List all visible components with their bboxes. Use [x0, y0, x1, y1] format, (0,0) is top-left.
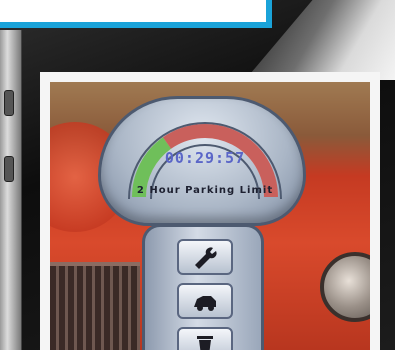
photo-stage: 00:29:57 2 Hour Parking Limit: [0, 0, 395, 350]
phone-edge: [0, 30, 22, 350]
volume-down-button: [4, 156, 14, 182]
car-headlight: [320, 252, 370, 322]
volume-up-button: [4, 90, 14, 116]
time-remaining: 00:29:57: [164, 149, 246, 167]
car-grille: [50, 262, 140, 350]
top-banner: [0, 0, 272, 28]
app-screen-frame: 00:29:57 2 Hour Parking Limit: [40, 72, 380, 350]
parking-meter-head: 00:29:57 2 Hour Parking Limit: [98, 96, 306, 226]
wrench-icon: [195, 247, 217, 269]
car-icon: [194, 296, 216, 311]
settings-button[interactable]: [177, 239, 233, 275]
trash-button[interactable]: [177, 327, 233, 350]
parking-meter-post: [142, 224, 264, 350]
trash-icon: [197, 336, 213, 350]
parking-limit-label: 2 Hour Parking Limit: [136, 185, 274, 196]
car-location-button[interactable]: [177, 283, 233, 319]
app-screen: 00:29:57 2 Hour Parking Limit: [50, 82, 370, 350]
